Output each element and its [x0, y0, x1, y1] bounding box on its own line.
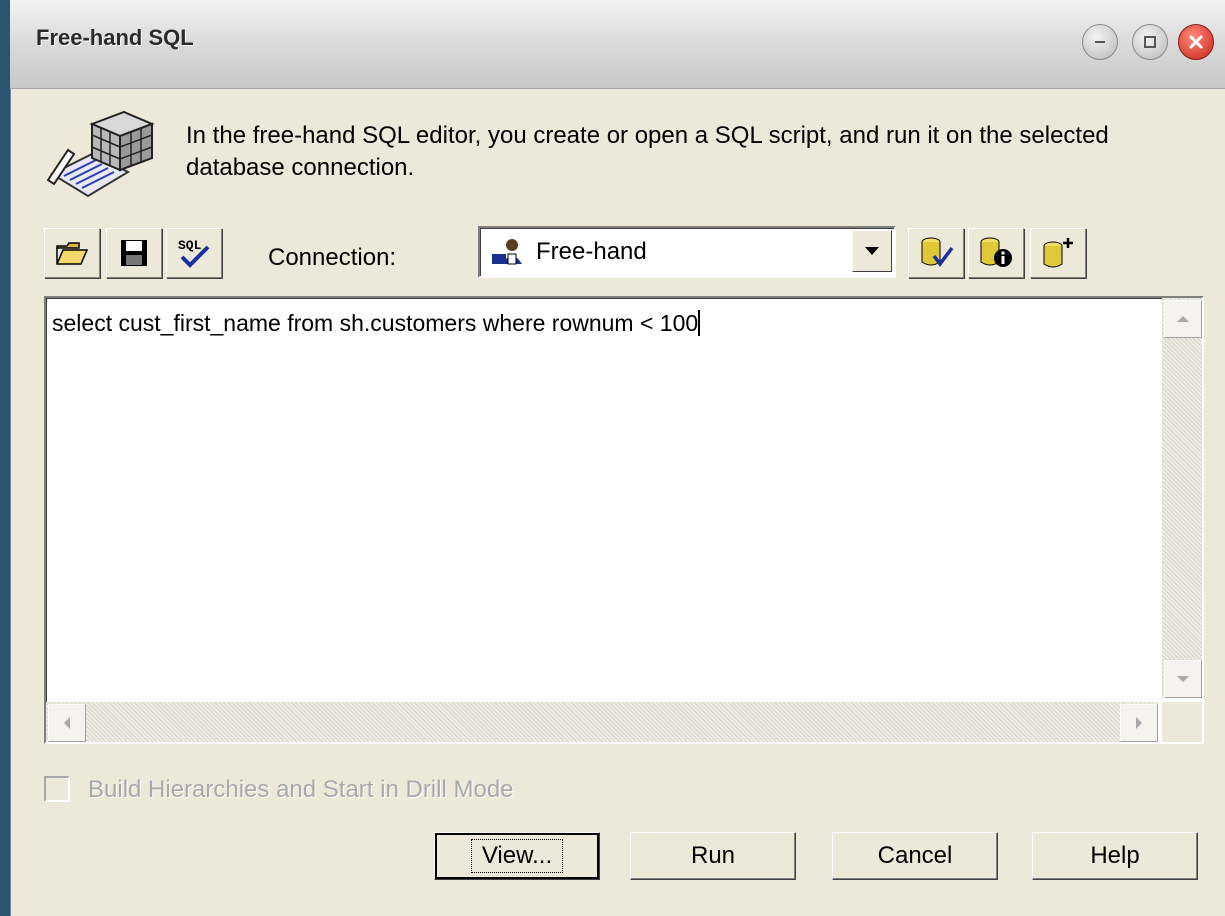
scroll-up-button[interactable] [1164, 300, 1202, 338]
connection-info-button[interactable] [968, 228, 1024, 278]
intro-text: In the free-hand SQL editor, you create … [186, 122, 1109, 181]
sql-editor[interactable]: select cust_first_name from sh.customers… [44, 296, 1204, 744]
database-add-icon [1043, 238, 1073, 268]
chevron-down-icon [865, 247, 879, 255]
view-button[interactable]: View... [434, 832, 600, 880]
vertical-scrollbar[interactable] [1162, 298, 1202, 698]
connection-label: Connection: [268, 244, 397, 271]
arrow-left-icon [64, 717, 70, 729]
help-button[interactable]: Help [1032, 832, 1198, 880]
run-button[interactable]: Run [630, 832, 796, 880]
build-hierarchies-checkbox [44, 776, 70, 802]
maximize-button[interactable] [1132, 24, 1168, 60]
free-hand-sql-dialog: Free-hand SQL In the free-hand SQL edito… [10, 0, 1225, 916]
save-button[interactable] [106, 228, 162, 278]
text-caret [698, 310, 701, 336]
close-icon [1189, 35, 1203, 49]
title-bar[interactable]: Free-hand SQL [10, 0, 1225, 89]
maximize-icon [1144, 36, 1156, 48]
connection-value: Free-hand [536, 238, 647, 265]
open-button[interactable] [44, 228, 100, 278]
arrow-right-icon [1136, 717, 1142, 729]
cancel-button[interactable]: Cancel [832, 832, 998, 880]
connection-select[interactable]: Free-hand [478, 226, 896, 278]
scroll-down-button[interactable] [1164, 660, 1202, 698]
minimize-button[interactable] [1082, 24, 1118, 60]
view-button-label: View... [470, 839, 564, 873]
validate-sql-button[interactable]: SQL [166, 228, 222, 278]
connection-dropdown-button[interactable] [852, 230, 892, 272]
scrollbar-corner [1162, 702, 1202, 742]
connection-user-icon [492, 239, 522, 265]
database-check-icon [921, 237, 954, 267]
help-button-label: Help [1090, 842, 1140, 869]
run-button-label: Run [690, 842, 736, 869]
new-connection-button[interactable] [1030, 228, 1086, 278]
cancel-button-label: Cancel [877, 842, 953, 869]
test-connection-button[interactable] [908, 228, 964, 278]
folder-open-icon [56, 242, 89, 265]
floppy-disk-icon [121, 240, 147, 266]
horizontal-scrollbar[interactable] [46, 702, 1158, 742]
build-hierarchies-label: Build Hierarchies and Start in Drill Mod… [88, 776, 514, 803]
scroll-left-button[interactable] [48, 704, 86, 742]
svg-text:SQL: SQL [178, 238, 202, 253]
arrow-up-icon [1177, 316, 1189, 322]
close-button[interactable] [1178, 24, 1214, 60]
minimize-icon [1095, 41, 1105, 43]
scroll-right-button[interactable] [1120, 704, 1158, 742]
arrow-down-icon [1177, 676, 1189, 682]
sql-editor-cube-icon [46, 110, 155, 198]
window-title: Free-hand SQL [36, 25, 194, 50]
sql-text[interactable]: select cust_first_name from sh.customers… [52, 310, 701, 337]
sql-check-icon: SQL [178, 238, 210, 268]
database-info-icon [980, 237, 1012, 267]
